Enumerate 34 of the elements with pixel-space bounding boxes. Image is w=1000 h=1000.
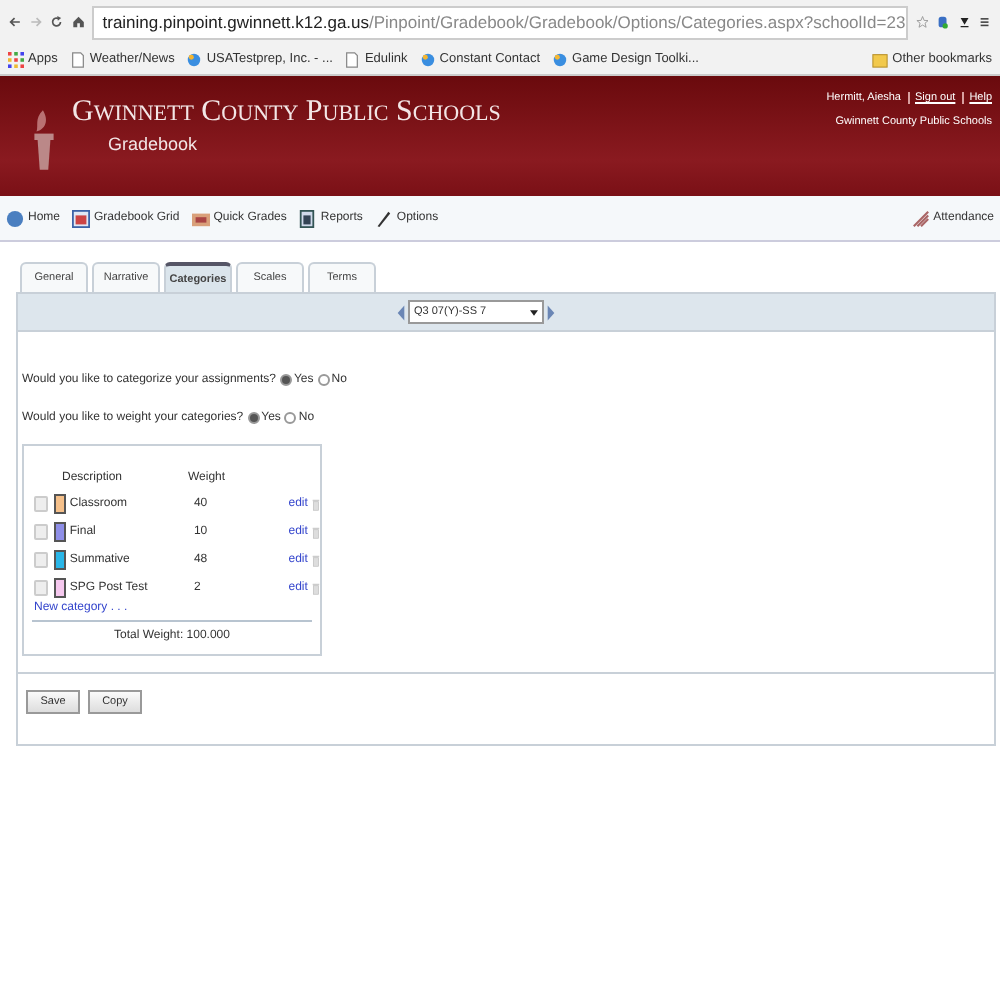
page-icon [344,51,361,67]
globe-icon [6,209,24,227]
grades-icon [191,209,210,227]
caret-icon [530,309,538,315]
folder-icon [872,51,889,67]
url-field[interactable]: training.pinpoint.gwinnett.k12.ga.us/Pinpoint/Gradebook/Gradebook/Options/Categories.aspx?schoolId=23 [92,5,908,39]
site-icon [419,51,436,67]
row-checkbox[interactable] [34,552,48,568]
row-checkbox[interactable] [34,580,48,596]
pen-icon [374,209,393,227]
download-icon[interactable] [957,12,971,32]
trash-icon[interactable] [312,553,320,567]
next-arrow-icon[interactable] [546,303,556,321]
site-icon [552,51,569,67]
grid-icon [72,209,91,227]
star-icon[interactable] [915,12,929,32]
trash-icon[interactable] [312,497,320,511]
menu-icon[interactable] [978,12,992,32]
pencils-icon [911,209,930,227]
row-checkbox[interactable] [34,524,48,540]
site-title: Gwinnett County Public Schools [72,96,501,130]
previous-arrow-icon[interactable] [396,303,406,321]
extension-icon[interactable] [936,12,950,32]
reload-icon[interactable] [50,12,64,32]
trash-icon[interactable] [312,581,320,595]
home-icon[interactable] [71,12,85,32]
row-checkbox[interactable] [34,496,48,512]
apps-grid-icon [8,51,24,67]
app-subtitle: Gradebook [106,134,200,154]
report-icon [298,209,317,227]
back-icon[interactable] [8,12,22,32]
page-icon [69,51,86,67]
trash-icon[interactable] [312,525,320,539]
site-icon [186,51,203,67]
